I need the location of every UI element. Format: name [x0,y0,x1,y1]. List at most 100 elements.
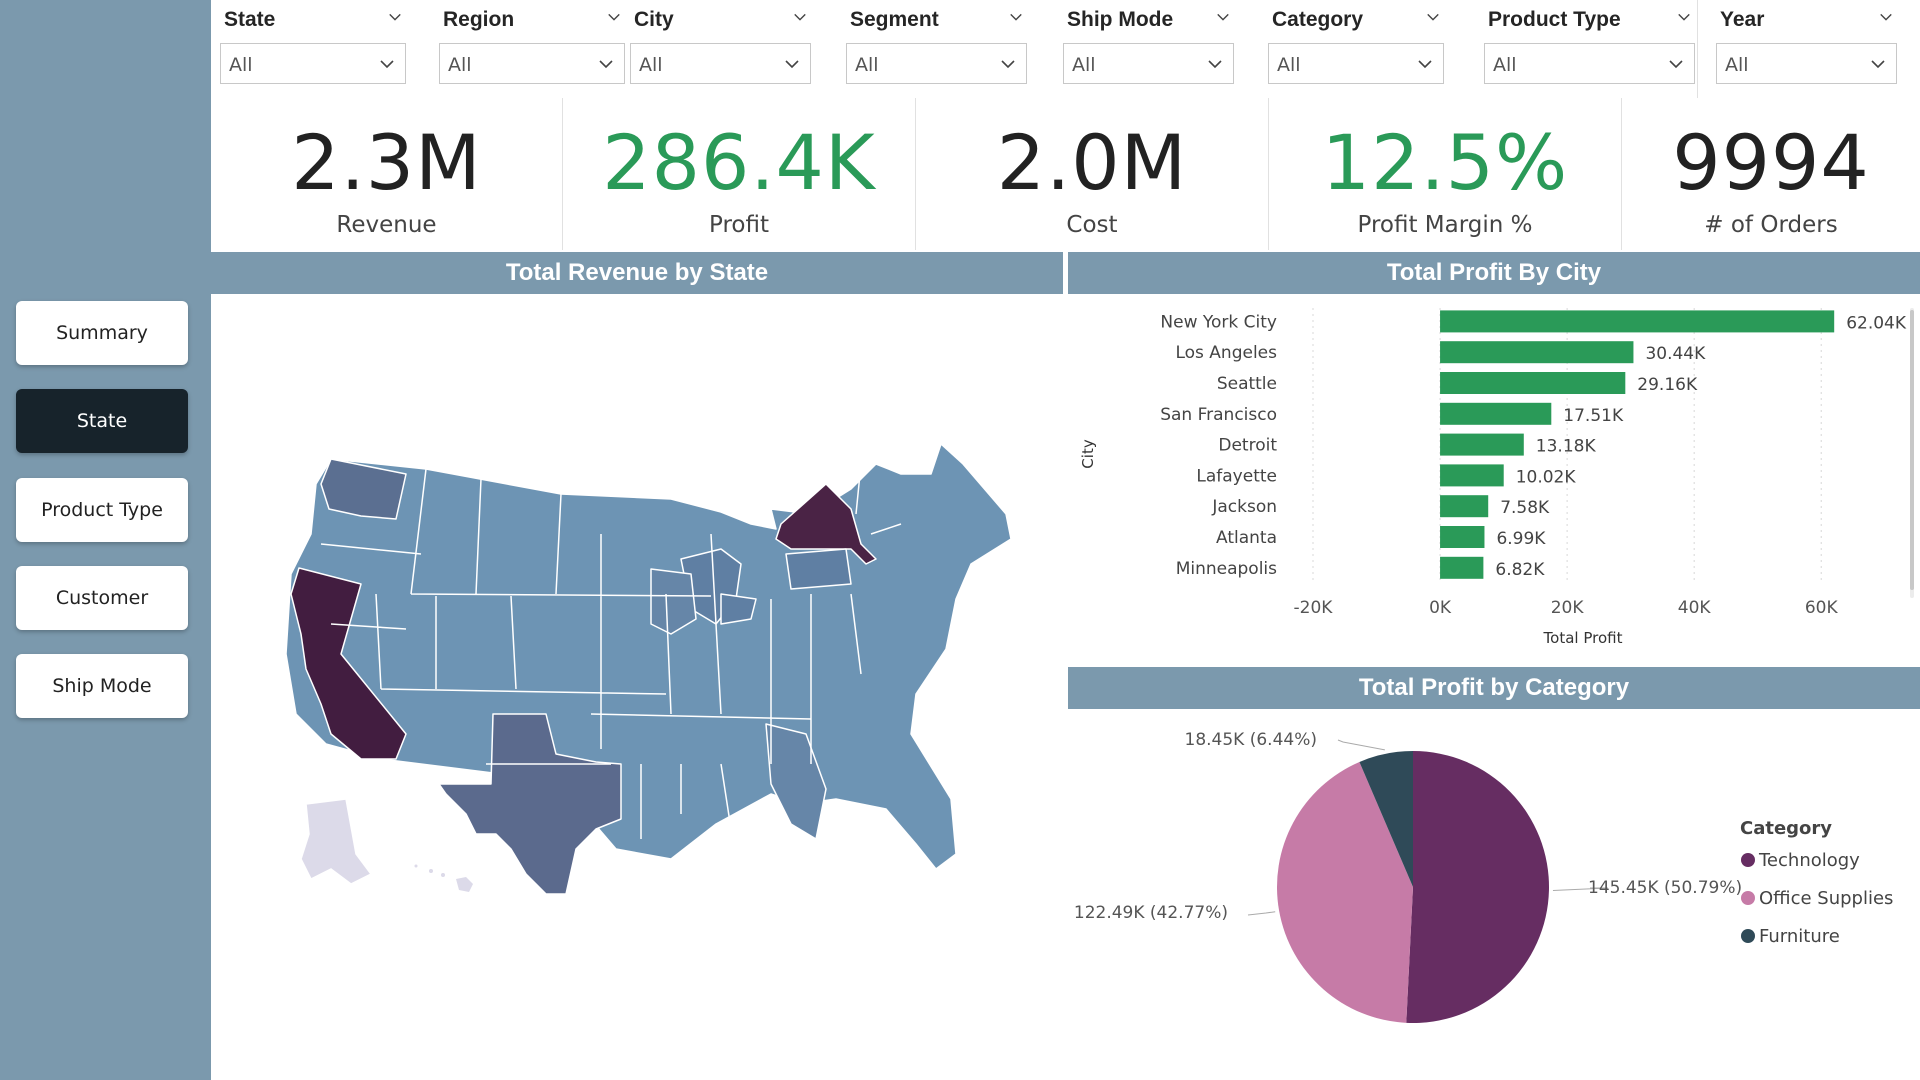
x-axis-label: Total Profit [1543,629,1623,647]
slicer-value: All [639,54,663,76]
bar[interactable] [1440,556,1484,579]
bar[interactable] [1440,464,1504,487]
slicer-dropdown[interactable]: All [630,43,811,84]
kpi-value: 12.5% [1321,118,1569,207]
slicer-ship-mode: Ship Mode All [1061,0,1236,98]
bar[interactable] [1440,372,1626,394]
legend-title: Category [1740,818,1832,839]
map-title: Total Revenue by State [211,252,1063,294]
data-label: 10.02K [1516,467,1577,487]
bar[interactable] [1440,526,1485,548]
leader-line [1247,911,1276,916]
chevron-down-icon [599,60,613,69]
map-state[interactable] [720,593,757,625]
kpi-cost: 2.0M Cost [916,98,1269,250]
legend-marker[interactable] [1741,853,1755,867]
chevron-down-icon [380,60,394,69]
nav-product-type-button[interactable]: Product Type [16,478,188,542]
bar[interactable] [1440,402,1552,425]
bar[interactable] [1440,433,1524,456]
kpi-label: # of Orders [1704,212,1838,238]
scrollbar-thumb[interactable] [1910,310,1914,590]
revenue-map[interactable] [211,294,1063,1080]
chevron-down-icon [1678,13,1690,21]
legend-marker[interactable] [1741,891,1755,905]
chevron-down-icon [794,13,806,21]
slicer-value: All [855,54,879,76]
slicer-title: Product Type [1488,8,1621,31]
kpi-orders: 9994 # of Orders [1622,98,1920,250]
nav-ship-mode-button[interactable]: Ship Mode [16,654,188,718]
map-state-hawaii[interactable] [456,877,473,892]
chevron-down-icon [785,60,799,69]
slicer-title: Region [443,8,515,31]
bar-chart-svg[interactable]: -20K 0K 20K 40K 60K Total Profit City New York … [1068,294,1920,664]
slicer-dropdown[interactable]: All [1063,43,1234,84]
bar[interactable] [1440,341,1634,364]
category-label: New York City [1160,312,1277,332]
kpi-value: 286.4K [602,118,876,207]
category-label: Seattle [1217,374,1277,394]
data-label: 18.45K (6.44%) [1185,730,1318,750]
slicer-dropdown[interactable]: All [1484,43,1695,84]
nav-summary-button[interactable]: Summary [16,301,188,365]
data-label: 7.58K [1500,498,1550,518]
profit-by-city-chart[interactable]: -20K 0K 20K 40K 60K Total Profit City New York … [1068,294,1920,664]
data-label: 122.49K (42.77%) [1074,903,1228,923]
slicer-dropdown[interactable]: All [220,43,406,84]
legend-marker[interactable] [1741,929,1755,943]
kpi-revenue: 2.3M Revenue [211,98,563,250]
category-label: Detroit [1218,436,1277,456]
slicer-value: All [1493,54,1517,76]
pie-chart-title: Total Profit by Category [1068,667,1920,709]
pie-slice-technology[interactable] [1406,751,1550,1023]
nav-state-button[interactable]: State [16,389,188,453]
category-label: Minneapolis [1176,559,1277,579]
slicer-dropdown[interactable]: All [1716,43,1897,84]
x-tick-label: 40K [1678,598,1712,618]
x-tick-label: 0K [1429,598,1452,618]
kpi-value: 9994 [1672,118,1870,207]
kpi-profit-margin: 12.5% Profit Margin % [1269,98,1622,250]
slicer-dropdown[interactable]: All [1268,43,1444,84]
slicer-value: All [1072,54,1096,76]
us-map[interactable] [211,294,1063,1080]
slicer-title: Year [1720,8,1765,31]
chevron-down-icon [389,13,401,21]
map-state-alaska[interactable] [300,798,373,885]
legend-label[interactable]: Office Supplies [1759,888,1893,909]
y-axis-label: City [1079,439,1097,469]
slicer-divider [1697,0,1698,98]
profit-by-category-chart[interactable]: 145.45K (50.79%) 122.49K (42.77%) 18.45K (… [1068,710,1920,1080]
chevron-down-icon [608,13,620,21]
bar[interactable] [1440,310,1835,333]
slicer-value: All [1725,54,1749,76]
slicer-title: Ship Mode [1067,8,1174,31]
slicer-category: Category All [1266,0,1446,98]
slicer-title: Category [1272,8,1364,31]
slicer-value: All [229,54,253,76]
kpi-value: 2.3M [291,118,482,207]
slicer-dropdown[interactable]: All [439,43,625,84]
bar[interactable] [1440,495,1489,518]
map-state[interactable] [785,548,852,590]
slicer-city: City All [628,0,813,98]
chevron-down-icon [1418,60,1432,69]
legend-label[interactable]: Technology [1758,850,1860,871]
chevron-down-icon [1217,13,1229,21]
x-tick-label: -20K [1294,598,1334,618]
slicer-dropdown[interactable]: All [846,43,1027,84]
data-label: 13.18K [1536,437,1597,457]
kpi-label: Cost [1066,212,1118,238]
kpi-profit: 286.4K Profit [563,98,916,250]
slicer-segment: Segment All [844,0,1029,98]
pie-chart-svg[interactable]: 145.45K (50.79%) 122.49K (42.77%) 18.45K (… [1068,710,1920,1080]
category-label: San Francisco [1160,405,1277,425]
chevron-down-icon [1880,13,1892,21]
legend-label[interactable]: Furniture [1759,926,1840,947]
nav-customer-button[interactable]: Customer [16,566,188,630]
bar-chart-title: Total Profit By City [1068,252,1920,294]
data-label: 62.04K [1846,313,1907,333]
map-state-hawaii [441,873,445,877]
kpi-label: Profit [709,212,769,238]
